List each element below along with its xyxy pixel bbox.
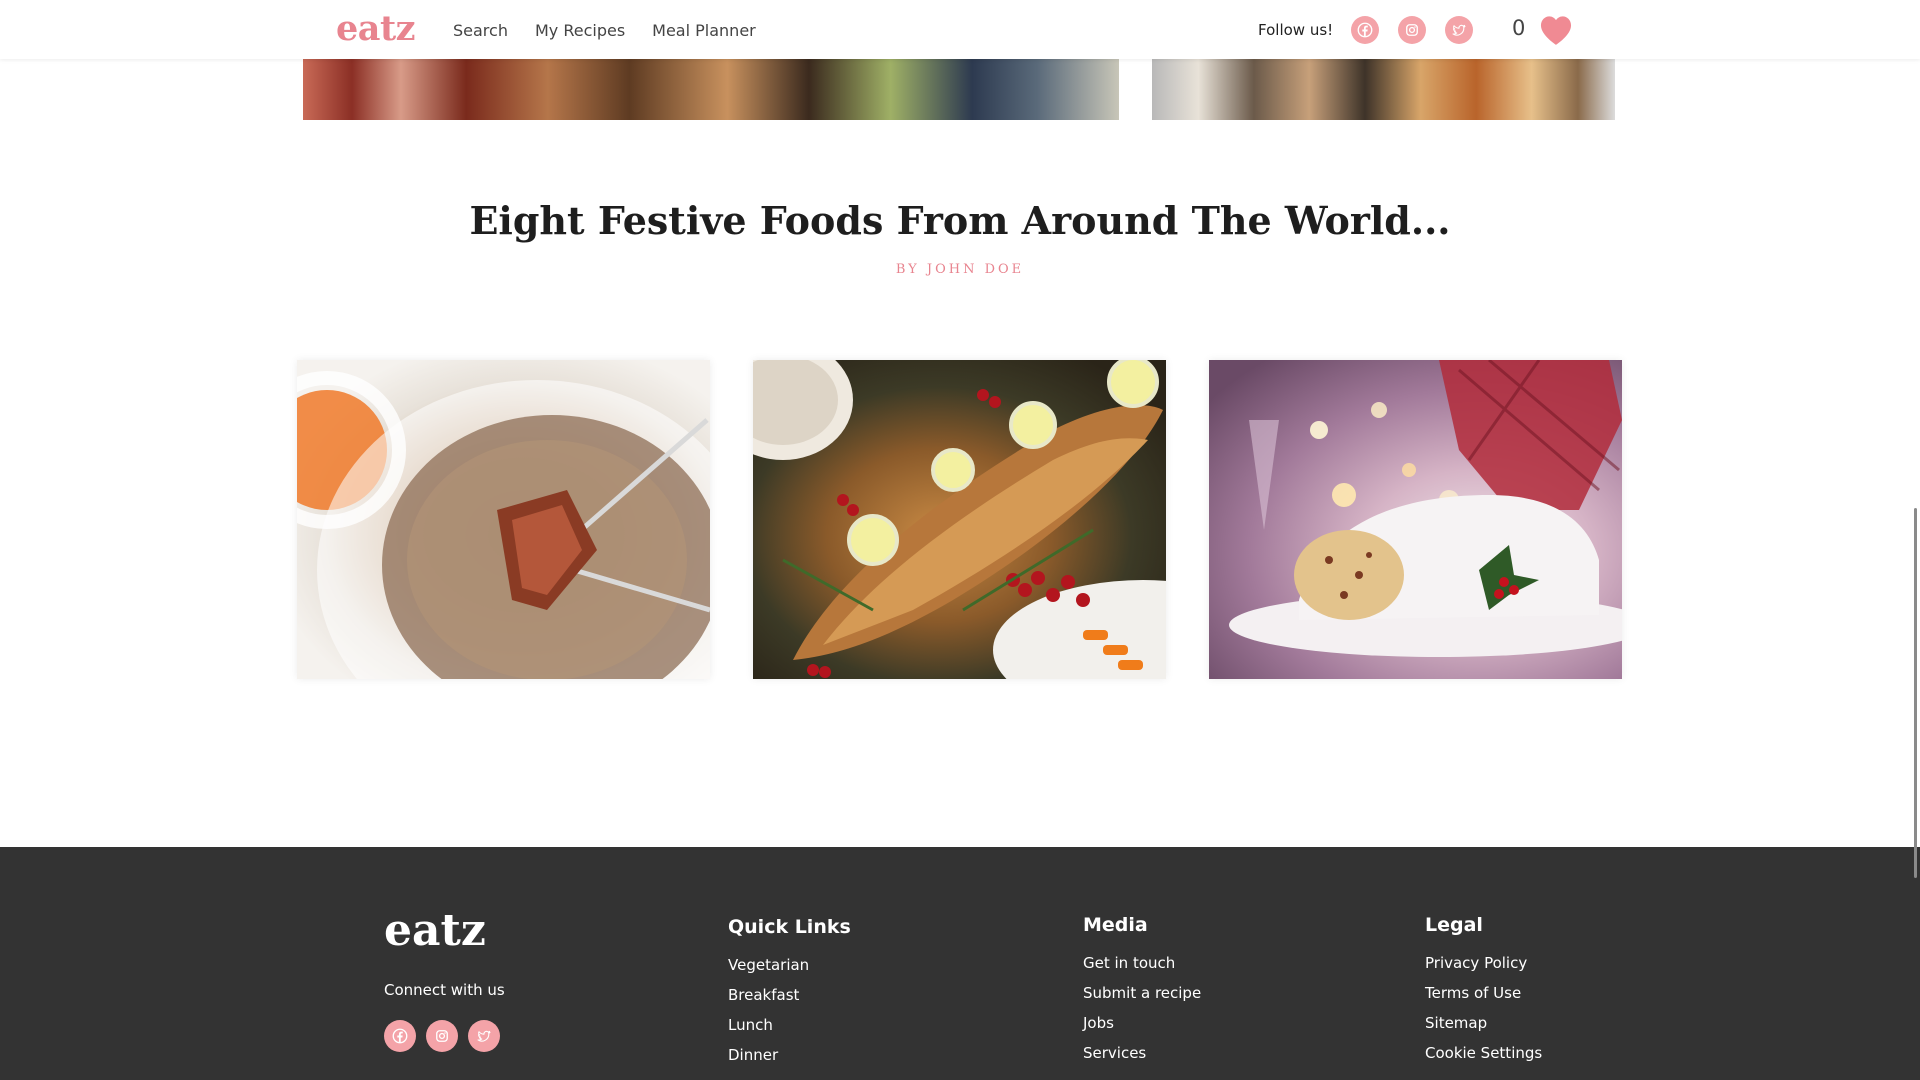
heart-icon[interactable] bbox=[1537, 11, 1575, 47]
footer-media-links: Media Get in touch Submit a recipe Jobs … bbox=[1083, 914, 1201, 1074]
scrollbar[interactable] bbox=[1914, 508, 1917, 878]
top-food-image-left[interactable] bbox=[303, 59, 1119, 120]
media-heading: Media bbox=[1083, 914, 1148, 936]
instagram-icon[interactable] bbox=[426, 1020, 458, 1052]
footer-link-lunch[interactable]: Lunch bbox=[728, 1016, 851, 1034]
footer-link-jobs[interactable]: Jobs bbox=[1083, 1014, 1201, 1032]
article-title[interactable]: Eight Festive Foods From Around The Worl… bbox=[0, 198, 1920, 243]
footer-link-cookie-settings[interactable]: Cookie Settings bbox=[1425, 1044, 1542, 1062]
site-logo[interactable]: eatz bbox=[336, 8, 416, 49]
footer-quick-links: Quick Links Vegetarian Breakfast Lunch D… bbox=[728, 916, 851, 1076]
footer-social-links bbox=[384, 1020, 500, 1052]
twitter-icon[interactable] bbox=[468, 1020, 500, 1052]
site-footer: eatz Connect with us Quick Links Vegetar… bbox=[0, 847, 1920, 1080]
follow-us-label: Follow us! bbox=[1258, 21, 1334, 39]
footer-link-services[interactable]: Services bbox=[1083, 1044, 1201, 1062]
footer-legal-links: Legal Privacy Policy Terms of Use Sitema… bbox=[1425, 914, 1542, 1074]
footer-link-sitemap[interactable]: Sitemap bbox=[1425, 1014, 1542, 1032]
nav-meal-planner[interactable]: Meal Planner bbox=[652, 21, 756, 40]
legal-heading: Legal bbox=[1425, 914, 1483, 936]
header-social-links bbox=[1351, 16, 1473, 44]
facebook-icon[interactable] bbox=[384, 1020, 416, 1052]
site-header: eatz Search My Recipes Meal Planner Foll… bbox=[0, 0, 1920, 59]
stollen-image[interactable] bbox=[1209, 360, 1622, 679]
fondue-image[interactable] bbox=[297, 360, 710, 679]
footer-link-submit-recipe[interactable]: Submit a recipe bbox=[1083, 984, 1201, 1002]
footer-link-get-in-touch[interactable]: Get in touch bbox=[1083, 954, 1201, 972]
quick-links-heading: Quick Links bbox=[728, 916, 851, 938]
roast-fish-image[interactable] bbox=[753, 360, 1166, 679]
footer-link-terms-of-use[interactable]: Terms of Use bbox=[1425, 984, 1542, 1002]
footer-link-vegetarian[interactable]: Vegetarian bbox=[728, 956, 851, 974]
twitter-icon[interactable] bbox=[1445, 16, 1473, 44]
nav-search[interactable]: Search bbox=[453, 21, 508, 40]
article-byline: BY JOHN DOE bbox=[895, 262, 1025, 277]
main-nav: Search My Recipes Meal Planner bbox=[453, 21, 756, 40]
favorites-count: 0 bbox=[1512, 16, 1526, 40]
footer-logo[interactable]: eatz bbox=[384, 905, 486, 956]
footer-link-dinner[interactable]: Dinner bbox=[728, 1046, 851, 1064]
footer-link-breakfast[interactable]: Breakfast bbox=[728, 986, 851, 1004]
footer-link-privacy-policy[interactable]: Privacy Policy bbox=[1425, 954, 1542, 972]
top-food-image-right[interactable] bbox=[1152, 59, 1615, 120]
nav-my-recipes[interactable]: My Recipes bbox=[535, 21, 625, 40]
instagram-icon[interactable] bbox=[1398, 16, 1426, 44]
facebook-icon[interactable] bbox=[1351, 16, 1379, 44]
connect-with-us-label: Connect with us bbox=[384, 981, 505, 999]
